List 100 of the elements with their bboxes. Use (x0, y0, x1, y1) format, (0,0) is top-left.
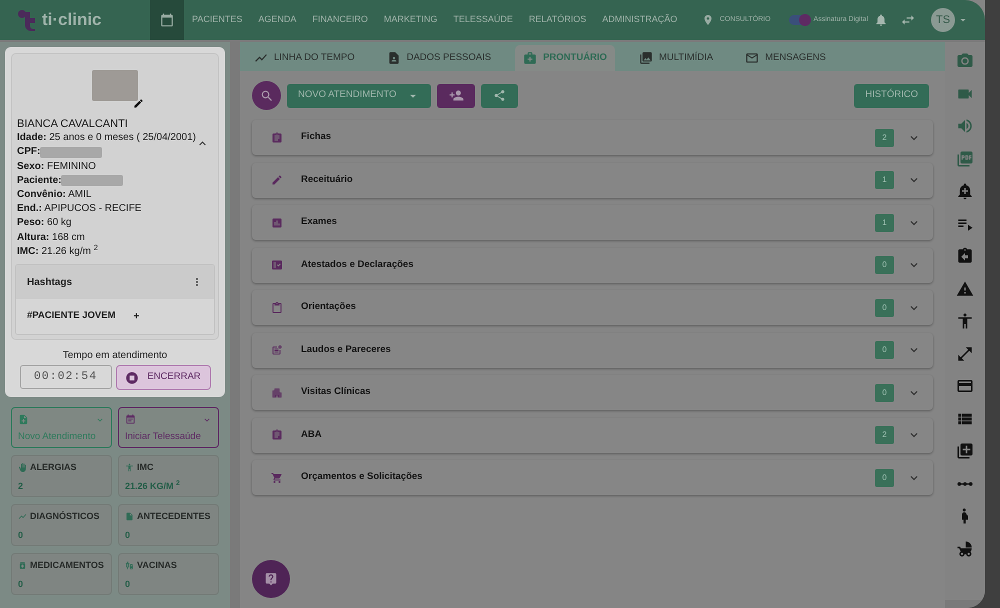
summary-tile[interactable]: ANTECEDENTES 0 (118, 504, 219, 546)
tile-label: ALERGIAS (30, 461, 77, 474)
section-row[interactable]: ABA 2 (252, 418, 933, 452)
stroller-icon[interactable] (956, 540, 974, 558)
tab[interactable]: MULTIMÍDIA (630, 45, 722, 71)
section-title: ABA (301, 428, 322, 442)
section-row[interactable]: Exames 1 (252, 205, 933, 240)
tile-value: 2 (18, 480, 24, 493)
warning-icon[interactable] (956, 280, 974, 298)
add-hashtag-button[interactable]: + (134, 309, 140, 324)
summary-tile[interactable]: IMC 21.26 KG/M $^{2}$ (118, 455, 219, 498)
add-person-button[interactable] (437, 84, 476, 108)
calendar-icon (160, 13, 174, 27)
syringe-icon (125, 561, 134, 570)
nav-link[interactable]: MARKETING (376, 0, 446, 40)
calendar-nav-button[interactable] (150, 0, 184, 40)
share-icon (493, 89, 506, 102)
section-row[interactable]: Orientações 0 (252, 290, 933, 325)
section-title: Atestados e Declarações (301, 258, 414, 272)
nav-link[interactable]: RELATÓRIOS (520, 0, 594, 40)
document-icon (125, 512, 134, 522)
add-copy-icon[interactable] (956, 442, 974, 460)
count-badge: 0 (875, 256, 894, 274)
count-badge: 0 (875, 468, 894, 486)
bell-icon[interactable] (874, 13, 888, 27)
bar-chart-icon (271, 216, 283, 228)
section-row[interactable]: Atestados e Declarações 0 (252, 248, 933, 282)
summary-tile[interactable]: ALERGIAS 2 (11, 455, 112, 498)
tile-value: 0 (125, 528, 130, 542)
tab[interactable]: DADOS PESSOAIS (378, 45, 500, 71)
summary-tile[interactable]: MEDICAMENTOS 0 (11, 553, 112, 596)
section-title: Laudos e Pareceres (301, 342, 391, 357)
count-badge: 0 (875, 384, 894, 402)
clipboard-icon (271, 302, 283, 314)
bell-plus-icon[interactable] (956, 182, 974, 200)
logo-text: ti·clinic (42, 9, 102, 32)
count-badge: 0 (875, 341, 894, 359)
stop-icon (125, 370, 140, 385)
person-icon[interactable] (956, 312, 974, 330)
nav-link[interactable]: AGENDA (250, 0, 304, 40)
clipboard-arrow-icon[interactable] (956, 247, 974, 265)
end-session-button[interactable]: ENCERRAR (116, 365, 210, 390)
expand-icon[interactable] (956, 344, 974, 362)
section-row[interactable]: Visitas Clínicas 0 (252, 375, 933, 410)
help-button[interactable] (252, 560, 290, 598)
photo-placeholder (92, 70, 138, 101)
tile-label: MEDICAMENTOS (30, 559, 104, 572)
count-badge: 1 (875, 214, 894, 232)
history-button[interactable]: HISTÓRICO (854, 84, 929, 108)
hashtag-chip[interactable]: #PACIENTE JOVEM (27, 309, 116, 324)
user-avatar[interactable]: TS (931, 8, 955, 32)
building-icon (271, 386, 283, 398)
section-title: Orçamentos e Solicitações (301, 470, 422, 484)
camera-icon[interactable] (956, 52, 974, 70)
section-title: Orientações (301, 300, 356, 314)
tab[interactable]: MENSAGENS (737, 45, 834, 71)
summary-tile[interactable]: VACINAS 0 (118, 553, 219, 596)
checklist-icon (271, 259, 283, 271)
hashtags-title: Hashtags (27, 276, 72, 290)
section-title: Fichas (301, 130, 332, 144)
section-row[interactable]: Receituário 1 (252, 162, 933, 198)
section-row[interactable]: Fichas 2 (252, 120, 933, 155)
new-appointment-dropdown[interactable]: NOVO ATENDIMENTO (287, 84, 432, 108)
nav-link[interactable]: PACIENTES (184, 0, 250, 40)
tile-value: 0 (18, 528, 24, 542)
location-pin-icon (702, 14, 714, 26)
logo-icon (16, 9, 38, 31)
pdf-icon[interactable] (956, 150, 974, 168)
edit-icon[interactable] (133, 98, 144, 109)
telehealth-button[interactable]: Iniciar Telessaúde (118, 407, 219, 448)
document-plus-icon (271, 344, 283, 356)
person-plus-icon (448, 88, 464, 103)
search-button[interactable] (252, 81, 281, 110)
search-icon (260, 88, 274, 102)
tab[interactable]: LINHA DO TEMPO (246, 45, 363, 71)
nav-link[interactable]: ADMINISTRAÇÃO (594, 0, 686, 40)
clipboard-icon (271, 429, 283, 441)
signature-switch[interactable] (788, 15, 809, 25)
section-row[interactable]: Orçamentos e Solicitações 0 (252, 460, 933, 495)
summary-tile[interactable]: DIAGNÓSTICOS 0 (11, 504, 112, 546)
speaker-icon[interactable] (956, 117, 974, 135)
mail-icon (745, 51, 760, 65)
tile-label: ANTECEDENTES (137, 510, 211, 524)
share-button[interactable] (481, 84, 518, 108)
calendar-icon (125, 414, 136, 426)
medical-kit-icon (523, 51, 538, 65)
nav-link[interactable]: FINANCEIRO (304, 0, 376, 40)
pill-bottle-icon (18, 561, 27, 570)
patient-field: Idade: 25 anos e 0 meses ( 25/04/2001) (17, 131, 196, 146)
nav-link[interactable]: TELESSAÚDE (445, 0, 521, 40)
hand-icon (18, 463, 27, 472)
count-badge: 1 (875, 171, 894, 189)
patient-field: Convênio: AMIL (17, 188, 92, 202)
section-row[interactable]: Laudos e Pareceres 0 (252, 332, 933, 368)
card-icon[interactable] (956, 377, 974, 395)
patient-name: BIANCA CAVALCANTI (17, 117, 128, 132)
line-chart-icon (18, 512, 27, 522)
tile-value: 21.26 KG/M $^{2}$ (125, 480, 180, 493)
patient-field: Altura: 168 cm (17, 230, 85, 245)
section-title: Visitas Clínicas (301, 385, 371, 400)
